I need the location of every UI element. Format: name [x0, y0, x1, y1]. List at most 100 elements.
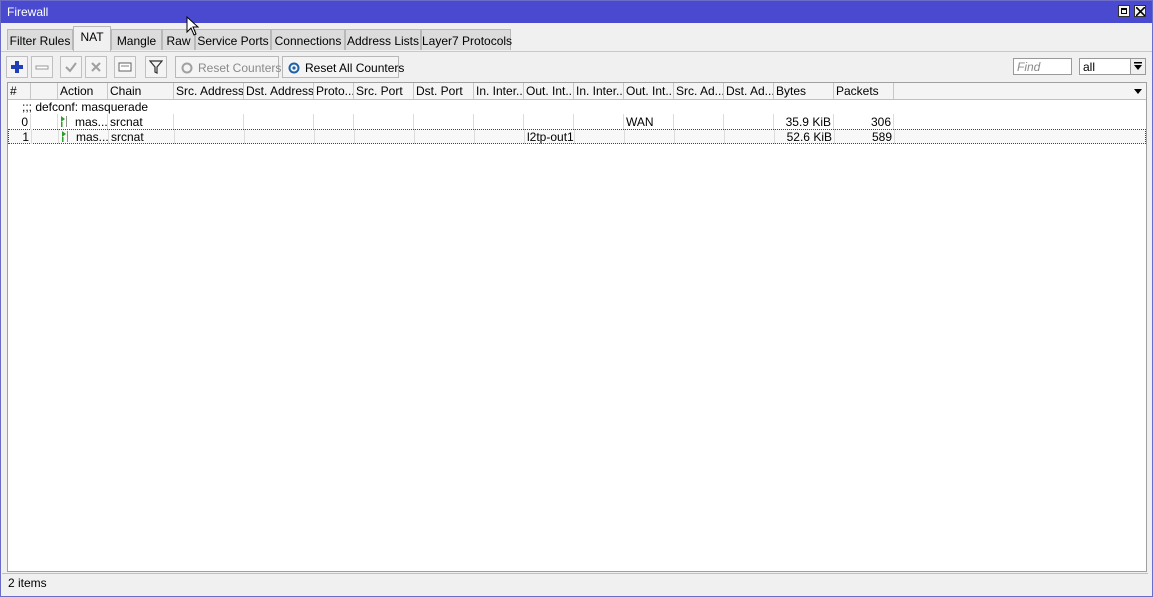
col-dst-port[interactable]: Dst. Port — [414, 83, 474, 99]
minus-icon — [35, 65, 49, 70]
rule-dst-address-list — [725, 129, 775, 144]
table-row[interactable]: 0 mas... srcnat WAN 35.9 KiB 306 — [8, 114, 1146, 129]
rule-number: 1 — [9, 129, 32, 144]
enable-button[interactable] — [60, 56, 82, 78]
rule-packets: 306 — [834, 114, 894, 129]
col-src-address[interactable]: Src. Address — [174, 83, 244, 99]
add-button[interactable] — [6, 56, 28, 78]
rule-src-port — [354, 114, 414, 129]
rule-action-label: mas... — [75, 115, 108, 129]
col-dst-address-list[interactable]: Dst. Ad... — [724, 83, 774, 99]
rule-in-interface-list — [574, 114, 624, 129]
rule-out-interface-list: WAN — [624, 114, 674, 129]
col-bytes[interactable]: Bytes — [774, 83, 834, 99]
col-in-interface-list[interactable]: In. Inter... — [574, 83, 624, 99]
rule-src-address — [175, 129, 245, 144]
firewall-window: Firewall Filter Rules NAT Mangle Raw Ser… — [0, 0, 1153, 597]
rule-in-interface-list — [575, 129, 625, 144]
plus-icon — [11, 61, 23, 73]
rule-chain: srcnat — [109, 129, 175, 144]
col-src-address-list[interactable]: Src. Ad... — [674, 83, 724, 99]
col-chain[interactable]: Chain — [108, 83, 174, 99]
tab-layer7-protocols[interactable]: Layer7 Protocols — [421, 29, 512, 50]
rule-bytes: 35.9 KiB — [774, 114, 834, 129]
tab-service-ports[interactable]: Service Ports — [195, 29, 271, 50]
status-bar: 2 items — [2, 573, 1148, 592]
check-icon — [65, 62, 77, 73]
nat-rules-table[interactable]: # Action Chain Src. Address Dst. Address… — [7, 82, 1147, 572]
item-count: 2 items — [8, 576, 47, 590]
comment-button[interactable] — [114, 56, 136, 78]
rule-flags — [32, 129, 59, 144]
rule-in-interface — [475, 129, 525, 144]
tab-filter-rules[interactable]: Filter Rules — [7, 29, 73, 50]
x-icon — [91, 62, 101, 72]
funnel-icon — [149, 60, 163, 74]
rule-bytes: 52.6 KiB — [775, 129, 835, 144]
rule-dst-port — [415, 129, 475, 144]
rule-src-address-list — [675, 129, 725, 144]
rule-packets: 589 — [835, 129, 895, 144]
close-icon — [1136, 7, 1145, 16]
rule-src-port — [355, 129, 415, 144]
dropdown-arrow-icon — [1134, 62, 1142, 70]
rule-dst-address-list — [724, 114, 774, 129]
tab-address-lists[interactable]: Address Lists — [345, 29, 421, 50]
masquerade-action-icon — [62, 131, 68, 142]
col-packets[interactable]: Packets — [834, 83, 894, 99]
rule-chain: srcnat — [108, 114, 174, 129]
find-input[interactable]: Find — [1013, 58, 1072, 75]
rule-action: mas... — [58, 114, 108, 129]
toolbar-divider — [1, 51, 1152, 52]
masquerade-action-icon — [61, 116, 67, 127]
reset-counters-button[interactable]: Reset Counters — [175, 56, 282, 78]
col-out-interface-list[interactable]: Out. Int... — [624, 83, 674, 99]
scope-select[interactable]: all — [1079, 58, 1146, 75]
col-flags[interactable] — [31, 83, 58, 99]
tab-mangle[interactable]: Mangle — [111, 29, 162, 50]
reset-all-counters-button[interactable]: Reset All Counters — [282, 56, 404, 78]
col-dst-address[interactable]: Dst. Address — [244, 83, 314, 99]
rule-src-address-list — [674, 114, 724, 129]
maximize-button[interactable] — [1118, 5, 1130, 17]
rule-out-interface-list — [625, 129, 675, 144]
rule-protocol — [315, 129, 355, 144]
reset-all-icon — [288, 62, 300, 74]
rule-src-address — [174, 114, 244, 129]
rule-action-label: mas... — [76, 130, 109, 144]
reset-all-counters-label: Reset All Counters — [305, 61, 405, 75]
col-in-interface[interactable]: In. Inter... — [474, 83, 524, 99]
scope-select-value: all — [1083, 60, 1096, 74]
col-action[interactable]: Action — [58, 83, 108, 99]
mouse-cursor-icon — [186, 16, 200, 36]
col-protocol[interactable]: Proto... — [314, 83, 354, 99]
scope-dropdown-button[interactable] — [1130, 59, 1145, 74]
rule-out-interface: l2tp-out1 — [527, 129, 575, 144]
tab-connections[interactable]: Connections — [271, 29, 345, 50]
remove-button[interactable] — [31, 56, 53, 78]
rule-comment: ;;; defconf: masquerade — [22, 100, 149, 114]
col-number[interactable]: # — [8, 83, 31, 99]
rule-number: 0 — [8, 114, 31, 129]
rule-in-interface — [474, 114, 524, 129]
reset-icon — [181, 62, 193, 74]
rule-dst-address — [245, 129, 315, 144]
col-src-port[interactable]: Src. Port — [354, 83, 414, 99]
close-button[interactable] — [1134, 5, 1146, 17]
column-chooser-icon[interactable] — [1132, 85, 1144, 97]
comment-icon — [118, 62, 132, 72]
rule-flags — [31, 114, 58, 129]
filter-button[interactable] — [145, 56, 167, 78]
table-header: # Action Chain Src. Address Dst. Address… — [8, 83, 1146, 100]
disable-button[interactable] — [85, 56, 107, 78]
window-title: Firewall — [7, 5, 49, 19]
table-row[interactable]: 1 mas... srcnat l2tp-out1 52.6 KiB 589 — [8, 129, 1146, 144]
tab-nat[interactable]: NAT — [73, 26, 111, 51]
rule-dst-port — [414, 114, 474, 129]
rule-protocol — [314, 114, 354, 129]
title-bar[interactable]: Firewall — [1, 1, 1152, 23]
col-out-interface[interactable]: Out. Int... — [524, 83, 574, 99]
rule-dst-address — [244, 114, 314, 129]
reset-counters-label: Reset Counters — [198, 61, 282, 75]
rule-action: mas... — [59, 129, 109, 144]
